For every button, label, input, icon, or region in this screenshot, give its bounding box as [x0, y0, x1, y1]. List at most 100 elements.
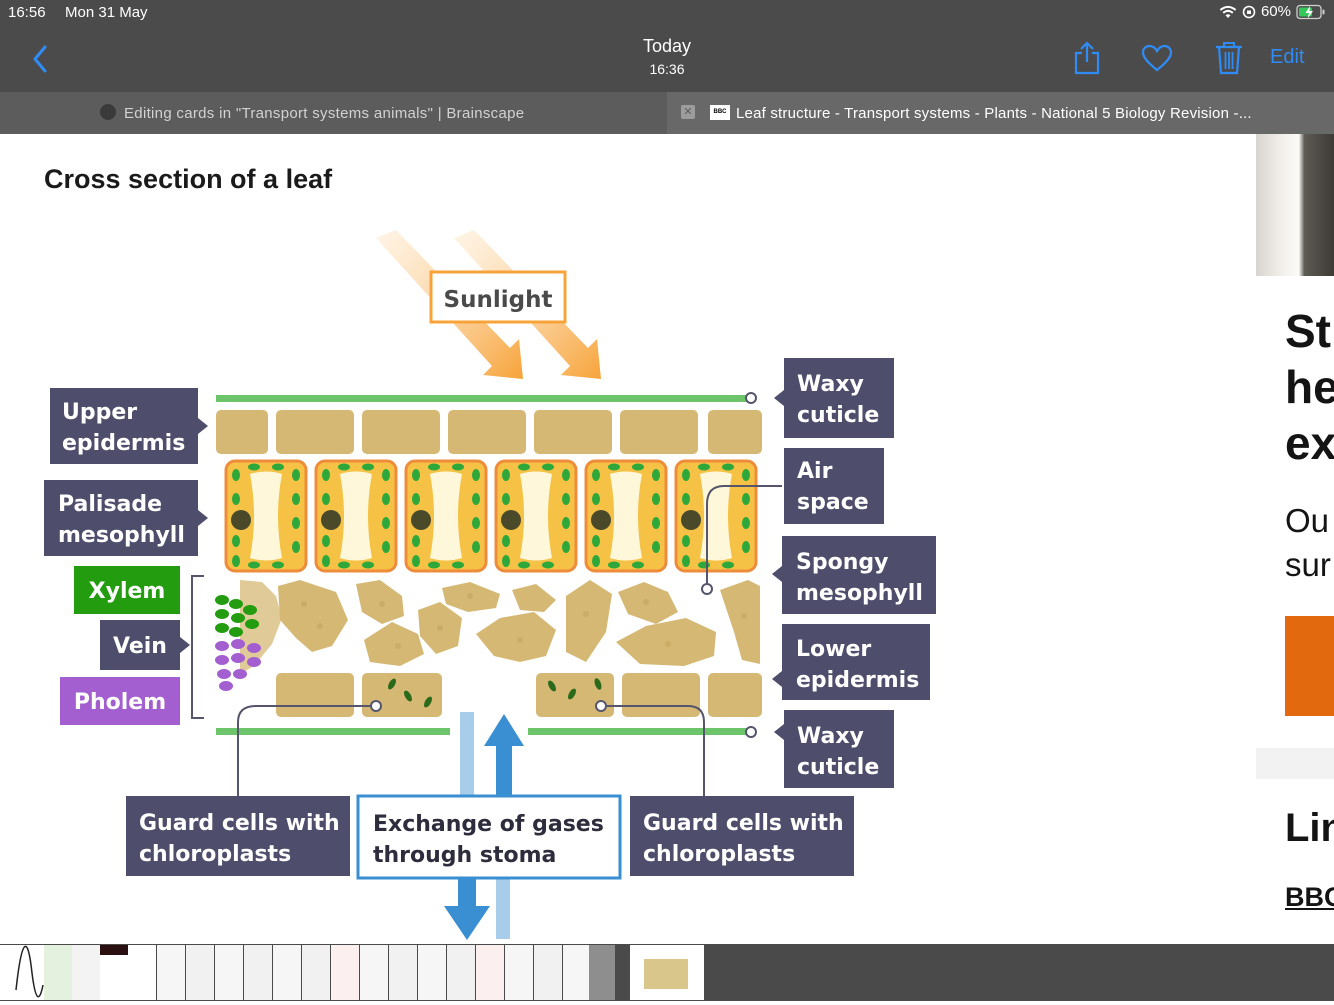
label-guard-cells-left: Guard cells with chloroplasts	[126, 796, 350, 876]
svg-text:Vein: Vein	[113, 634, 167, 659]
lower-epidermis-cells	[276, 673, 762, 717]
thumbnail[interactable]	[157, 945, 185, 1000]
status-indicators: 60%	[1219, 3, 1326, 20]
svg-text:Guard cells with: Guard cells with	[139, 811, 340, 836]
palisade-cells	[224, 459, 758, 573]
thumbnail[interactable]	[589, 945, 615, 1000]
thumbnail[interactable]	[72, 945, 100, 1000]
status-time: 16:56	[8, 4, 46, 21]
label-phloem: Pholem	[60, 677, 180, 725]
tab-bbc-bitesize[interactable]: ✕ BBC Leaf structure - Transport systems…	[667, 92, 1334, 134]
svg-text:Palisade: Palisade	[58, 492, 162, 517]
promo-heading-line-2: he	[1285, 361, 1334, 413]
thumbnail[interactable]	[14, 945, 44, 1000]
thumbnail[interactable]	[100, 945, 128, 1000]
battery-percent: 60%	[1260, 3, 1291, 20]
status-date: Mon 31 May	[65, 4, 148, 21]
thumbnail[interactable]	[505, 945, 533, 1000]
lower-cuticle-right	[528, 728, 751, 735]
thumbnail[interactable]	[128, 945, 156, 1000]
trash-icon[interactable]	[1214, 40, 1244, 76]
svg-text:Air: Air	[797, 459, 833, 484]
thumbnail[interactable]	[447, 945, 475, 1000]
svg-text:epidermis: epidermis	[796, 668, 919, 693]
svg-text:Waxy: Waxy	[797, 372, 864, 397]
brainscape-favicon-icon	[100, 104, 116, 120]
label-guard-cells-right: Guard cells with chloroplasts	[630, 796, 854, 876]
wifi-icon	[1219, 5, 1237, 18]
svg-text:space: space	[797, 490, 869, 515]
svg-text:mesophyll: mesophyll	[58, 523, 185, 548]
label-lower-epidermis: Lower epidermis	[772, 624, 930, 700]
battery-charging-icon	[1296, 4, 1325, 19]
svg-text:Upper: Upper	[62, 400, 137, 425]
label-waxy-cuticle-top: Waxy cuticle	[774, 358, 894, 438]
upper-cuticle	[216, 395, 751, 402]
heart-icon[interactable]	[1141, 44, 1173, 72]
side-photo	[1256, 134, 1334, 276]
edit-button[interactable]: Edit	[1270, 46, 1304, 69]
promo-text-line-1: Ou	[1285, 502, 1330, 539]
promo-button[interactable]	[1285, 616, 1334, 716]
label-palisade-mesophyll: Palisade mesophyll	[44, 480, 208, 556]
label-exchange-of-gases: Exchange of gases through stoma	[356, 794, 622, 880]
label-air-space: Air space	[784, 448, 884, 524]
svg-text:through stoma: through stoma	[373, 843, 556, 868]
thumbnail[interactable]	[302, 945, 330, 1000]
thumbnail[interactable]	[215, 945, 243, 1000]
thumbnail-current[interactable]	[630, 945, 704, 1000]
tab-brainscape[interactable]: Editing cards in "Transport systems anim…	[0, 92, 667, 134]
status-bar: 16:56 Mon 31 May 60%	[0, 0, 1334, 26]
thumbnail-dock	[0, 944, 1334, 1001]
thumbnail[interactable]	[244, 945, 272, 1000]
sine-wave-icon	[15, 945, 44, 998]
links-card	[1256, 779, 1334, 944]
thumbnail[interactable]	[563, 945, 589, 1000]
thumbnail[interactable]	[534, 945, 562, 1000]
label-upper-epidermis: Upper epidermis	[50, 388, 208, 464]
right-side-panel: St he ex Ou sur Lin BBC	[1256, 134, 1334, 944]
orientation-lock-icon	[1242, 5, 1256, 18]
thumbnail[interactable]	[476, 945, 504, 1000]
thumbnail[interactable]	[44, 945, 72, 1000]
share-icon[interactable]	[1072, 40, 1102, 76]
svg-text:epidermis: epidermis	[62, 431, 185, 456]
thumbnail[interactable]	[389, 945, 417, 1000]
sunlight-label: Sunlight	[444, 287, 553, 313]
lower-cuticle-left	[216, 728, 450, 735]
nav-subtitle: 16:36	[649, 61, 685, 77]
thumbnail[interactable]	[0, 945, 14, 1000]
svg-text:cuticle: cuticle	[797, 755, 879, 780]
promo-heading-line-3: ex	[1285, 417, 1334, 469]
thumbnail[interactable]	[360, 945, 388, 1000]
thumbnail[interactable]	[331, 945, 359, 1000]
promo-heading-line-1: St	[1285, 305, 1331, 357]
label-spongy-mesophyll: Spongy mesophyll	[772, 536, 936, 614]
thumbnail[interactable]	[186, 945, 214, 1000]
promo-text-line-2: sur	[1285, 546, 1331, 583]
label-vein: Vein	[100, 620, 190, 670]
upper-epidermis-cells	[216, 410, 762, 454]
svg-text:Waxy: Waxy	[797, 724, 864, 749]
nav-title: Today	[642, 36, 692, 56]
svg-text:chloroplasts: chloroplasts	[139, 842, 291, 867]
svg-text:Guard cells with: Guard cells with	[643, 811, 844, 836]
tab-label: Editing cards in "Transport systems anim…	[124, 105, 525, 122]
svg-text:mesophyll: mesophyll	[796, 581, 923, 606]
svg-text:chloroplasts: chloroplasts	[643, 842, 795, 867]
bbc-link[interactable]: BBC	[1285, 882, 1334, 913]
thumbnail-diagram-preview	[644, 959, 688, 989]
nav-bar: Today 16:36 Edit	[0, 26, 1334, 92]
page-content: Cross section of a leaf Sunlight Upper e…	[0, 134, 1256, 944]
thumbnail[interactable]	[273, 945, 301, 1000]
svg-text:Spongy: Spongy	[796, 550, 888, 575]
svg-text:Lower: Lower	[796, 637, 871, 662]
svg-text:Pholem: Pholem	[74, 690, 166, 715]
close-tab-icon[interactable]: ✕	[681, 105, 695, 119]
links-heading: Lin	[1285, 806, 1334, 850]
thumbnail[interactable]	[418, 945, 446, 1000]
spongy-mesophyll-cells	[240, 580, 760, 674]
tab-label: Leaf structure - Transport systems - Pla…	[736, 105, 1252, 122]
svg-text:Exchange of gases: Exchange of gases	[373, 812, 604, 837]
svg-text:cuticle: cuticle	[797, 403, 879, 428]
